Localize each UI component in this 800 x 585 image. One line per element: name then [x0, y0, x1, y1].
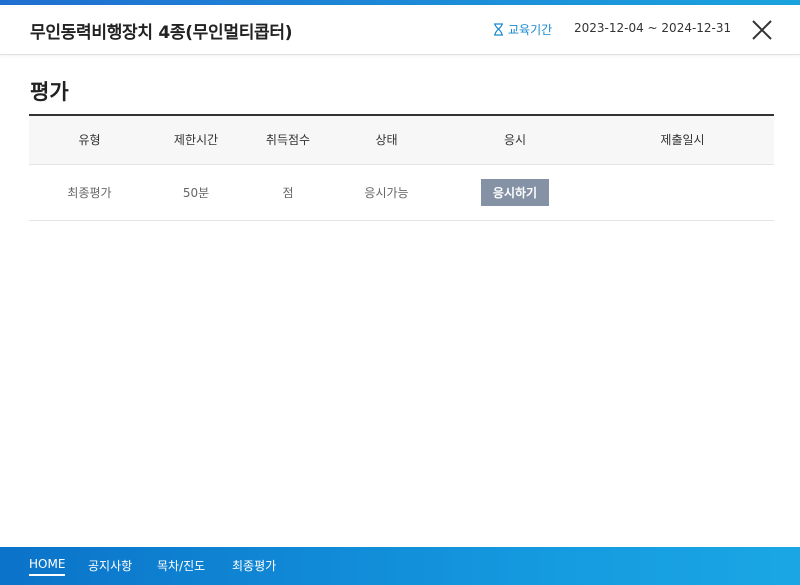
- nav-contents-progress[interactable]: 목차/진도: [157, 557, 205, 574]
- cell-type: 최종평가: [29, 164, 150, 221]
- table-row: 최종평가 50분 점 응시가능 응시하기: [29, 164, 774, 221]
- section-title: 평가: [30, 80, 69, 104]
- cell-status: 응시가능: [334, 164, 439, 221]
- column-header-action: 응시: [439, 115, 591, 165]
- column-header-type: 유형: [29, 115, 150, 165]
- header: 무인동력비행장치 4종(무인멀티콥터) 교육기간 2023-12-04 ~ 20…: [0, 5, 800, 55]
- column-header-time-limit: 제한시간: [150, 115, 242, 165]
- take-exam-button[interactable]: 응시하기: [480, 178, 550, 206]
- close-button[interactable]: [750, 18, 774, 42]
- column-header-score: 취득점수: [242, 115, 334, 165]
- cell-submitted: [591, 164, 774, 221]
- cell-action: 응시하기: [439, 164, 591, 221]
- evaluation-table: 유형 제한시간 취득점수 상태 응시 제출일시 최종평가 50분 점 응시가능 …: [29, 114, 774, 221]
- bottom-nav: HOME 공지사항 목차/진도 최종평가: [0, 547, 800, 585]
- nav-final-exam[interactable]: 최종평가: [232, 557, 276, 574]
- cell-time-limit: 50분: [150, 164, 242, 221]
- nav-home[interactable]: HOME: [29, 557, 66, 576]
- table-header-row: 유형 제한시간 취득점수 상태 응시 제출일시: [29, 115, 774, 165]
- hourglass-icon: [494, 23, 503, 36]
- period-label: 교육기간: [493, 21, 552, 38]
- period-label-text: 교육기간: [508, 23, 553, 37]
- period-dates: 2023-12-04 ~ 2024-12-31: [574, 21, 732, 35]
- nav-notices[interactable]: 공지사항: [88, 557, 132, 574]
- cell-score: 점: [242, 164, 334, 221]
- column-header-status: 상태: [334, 115, 439, 165]
- course-title: 무인동력비행장치 4종(무인멀티콥터): [30, 23, 293, 43]
- column-header-submitted: 제출일시: [591, 115, 774, 165]
- close-icon: [752, 20, 772, 40]
